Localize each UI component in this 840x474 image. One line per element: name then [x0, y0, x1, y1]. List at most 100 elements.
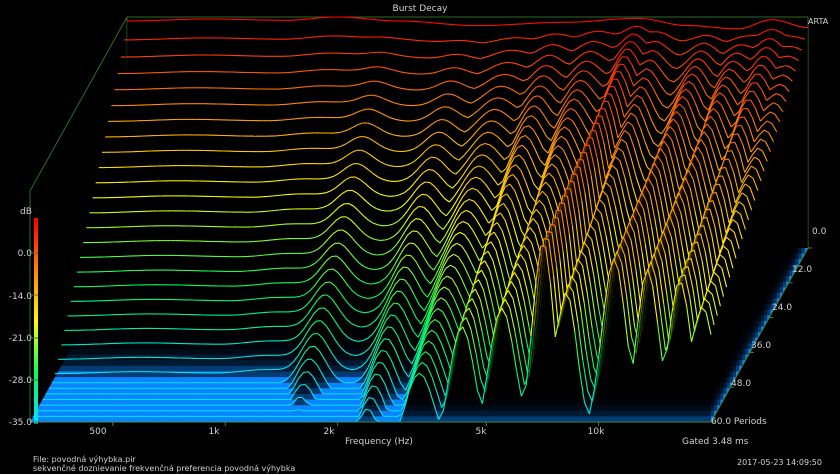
decay-slice-segment	[406, 88, 412, 91]
decay-slice-segment	[770, 28, 776, 31]
decay-slice-segment	[383, 51, 389, 54]
decay-slice-segment	[301, 101, 306, 104]
decay-slice-segment	[277, 194, 283, 197]
decay-slice-segment	[255, 297, 261, 300]
decay-slice-segment	[266, 224, 272, 227]
depth-tick-label: 24.0	[772, 303, 793, 313]
decay-slice-segment	[272, 194, 278, 197]
decay-slice-segment	[238, 356, 244, 359]
decay-slice-segment	[700, 25, 706, 28]
color-scale-segment	[34, 409, 38, 414]
decay-slice-segment	[286, 148, 292, 151]
decay-slice-segment	[258, 283, 264, 285]
color-scale-segment	[34, 310, 38, 315]
decay-slice-segment	[370, 282, 376, 285]
decay-slice-segment	[603, 100, 609, 103]
decay-slice-segment	[306, 358, 312, 361]
decay-slice-segment	[354, 354, 360, 357]
decay-slice-segment	[361, 325, 367, 328]
decay-slice-segment	[294, 86, 300, 89]
decay-slice-segment	[406, 135, 412, 137]
color-scale-segment	[34, 368, 38, 373]
decay-slice-segment	[773, 19, 779, 21]
decay-slice-segment	[312, 332, 318, 335]
decay-slice-segment	[307, 69, 313, 72]
decay-slice-segment	[548, 44, 554, 46]
decay-slice-segment	[598, 19, 604, 22]
decay-slice-segment	[508, 37, 514, 39]
decay-slice-segment	[319, 307, 325, 309]
arta-brand-label: ARTA	[808, 17, 829, 26]
decay-slice-segment	[600, 107, 606, 110]
y-tick-label: -21.0	[8, 334, 32, 344]
decay-slice-segment	[297, 70, 303, 73]
decay-slice-segment	[790, 35, 796, 38]
decay-slice-segment	[428, 169, 434, 171]
decay-slice-segment	[299, 86, 305, 88]
decay-slice-segment	[309, 345, 315, 348]
decay-slice-segment	[272, 238, 278, 241]
x-tick-label: 500	[89, 427, 107, 437]
decay-slice-segment	[410, 39, 416, 41]
decay-slice-segment	[421, 193, 427, 196]
decay-slice-segment	[406, 254, 412, 257]
decay-slice-segment	[405, 38, 411, 41]
file-description-label: sekvenčné doznievanie frekvenčná prefere…	[33, 464, 296, 473]
file-name-label: File: povodná výhybka.pir	[33, 455, 136, 464]
decay-slice-segment	[253, 283, 259, 286]
decay-slice-segment	[242, 355, 248, 358]
color-scale-segment	[34, 289, 38, 294]
decay-slice-segment	[251, 269, 257, 272]
waterfall-plot	[29, 16, 812, 426]
decay-slice-segment	[741, 35, 747, 38]
decay-slice-segment	[244, 327, 250, 330]
color-scale-segment	[34, 351, 38, 356]
decay-slice-segment	[387, 180, 393, 182]
decay-slice-segment	[244, 369, 250, 372]
color-scale-segment	[34, 347, 38, 352]
decay-slice-segment	[288, 324, 294, 327]
decay-slice-segment	[396, 135, 402, 137]
depth-tick-label: 48.0	[731, 379, 752, 389]
decay-slice-segment	[475, 57, 481, 60]
decay-slice-segment	[402, 55, 408, 58]
decay-slice-segment	[293, 118, 298, 120]
decay-slice-segment	[431, 156, 437, 159]
decay-slice-segment	[236, 342, 242, 345]
decay-slice-segment	[291, 102, 297, 105]
decay-slice-segment	[715, 26, 721, 29]
depth-tick-label: 0.0	[812, 227, 827, 237]
decay-slice-segment	[255, 254, 261, 257]
color-scale-segment	[34, 330, 38, 335]
decay-slice-segment	[250, 341, 256, 343]
depth-tick-label: 60.0 Periods	[711, 417, 767, 427]
decay-slice-segment	[355, 68, 361, 71]
decay-slice-segment	[368, 51, 374, 54]
decay-slice-segment	[357, 340, 363, 342]
decay-slice-segment	[278, 164, 284, 167]
chart-title: Burst Decay	[392, 4, 448, 14]
decay-slice-segment	[432, 56, 437, 59]
decay-slice-segment	[527, 37, 533, 40]
decay-slice-segment	[504, 49, 510, 52]
decay-slice-segment	[514, 49, 520, 52]
decay-slice-segment	[283, 164, 289, 166]
color-scale-segment	[34, 286, 38, 291]
decay-slice-segment	[249, 327, 255, 329]
decay-slice-segment	[252, 312, 258, 315]
decay-slice-segment	[730, 141, 736, 144]
decay-slice-segment	[300, 54, 306, 56]
decay-slice-segment	[390, 165, 396, 168]
decay-slice-segment	[239, 370, 245, 372]
decay-slice-segment	[306, 237, 312, 240]
decay-slice-segment	[297, 117, 303, 120]
decay-slice-segment	[247, 313, 253, 315]
decay-slice-segment	[400, 119, 405, 122]
depth-tick-label: 12.0	[792, 265, 813, 275]
color-scale-segment	[34, 388, 38, 393]
decay-slice-segment	[303, 252, 309, 254]
decay-slice-segment	[418, 205, 424, 208]
decay-slice-segment	[407, 55, 413, 58]
decay-slice-segment	[297, 281, 303, 284]
decay-slice-segment	[785, 34, 791, 37]
